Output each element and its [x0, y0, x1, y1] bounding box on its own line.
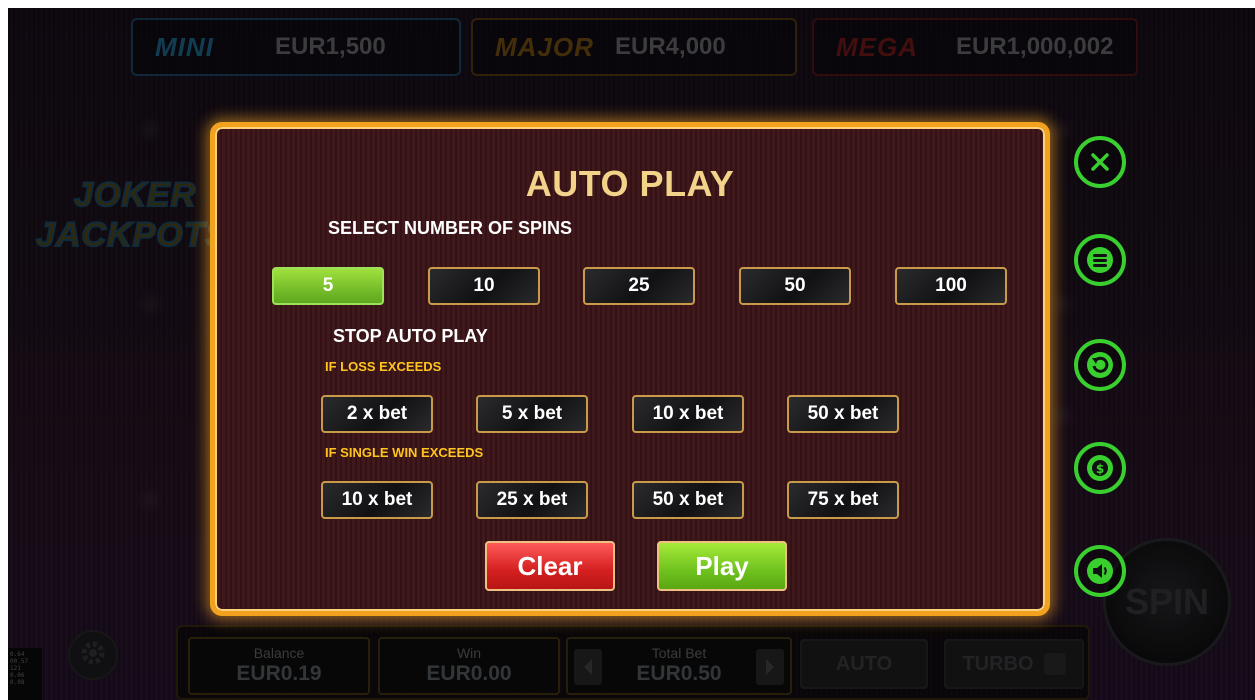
win-option-10x[interactable]: 10 x bet — [321, 481, 433, 519]
menu-button[interactable] — [1074, 234, 1126, 286]
win-option-75x[interactable]: 75 x bet — [787, 481, 899, 519]
spins-section-title: SELECT NUMBER OF SPINS — [328, 218, 573, 238]
svg-text:$: $ — [1096, 462, 1104, 476]
clear-button[interactable]: Clear — [485, 541, 615, 591]
game-stage: MINI EUR1,500 MAJOR EUR4,000 MEGA EUR1,0… — [8, 8, 1255, 700]
loss-limit-title: IF LOSS EXCEEDS — [325, 359, 442, 374]
loss-option-2x[interactable]: 2 x bet — [321, 395, 433, 433]
win-limit-title: IF SINGLE WIN EXCEEDS — [325, 445, 484, 460]
history-button[interactable] — [1074, 339, 1126, 391]
win-option-50x[interactable]: 50 x bet — [632, 481, 744, 519]
loss-option-5x[interactable]: 5 x bet — [476, 395, 588, 433]
speaker-icon — [1087, 558, 1113, 584]
play-button[interactable]: Play — [657, 541, 787, 591]
coin-icon: $ — [1087, 455, 1113, 481]
close-button[interactable] — [1074, 136, 1126, 188]
sound-button[interactable] — [1074, 545, 1126, 597]
loss-option-50x[interactable]: 50 x bet — [787, 395, 899, 433]
spins-option-100[interactable]: 100 — [895, 267, 1007, 305]
loss-option-10x[interactable]: 10 x bet — [632, 395, 744, 433]
autoplay-dialog: AUTO PLAY SELECT NUMBER OF SPINS 5 10 25… — [210, 122, 1050, 616]
dialog-title: AUTO PLAY — [525, 163, 735, 204]
spins-option-10[interactable]: 10 — [428, 267, 540, 305]
stop-section-title: STOP AUTO PLAY — [333, 326, 488, 346]
coin-button[interactable]: $ — [1074, 442, 1126, 494]
close-icon — [1091, 153, 1109, 171]
win-option-25x[interactable]: 25 x bet — [476, 481, 588, 519]
spins-option-25[interactable]: 25 — [583, 267, 695, 305]
spins-option-50[interactable]: 50 — [739, 267, 851, 305]
history-icon — [1087, 352, 1113, 378]
menu-icon — [1087, 247, 1113, 273]
spins-option-5[interactable]: 5 — [272, 267, 384, 305]
